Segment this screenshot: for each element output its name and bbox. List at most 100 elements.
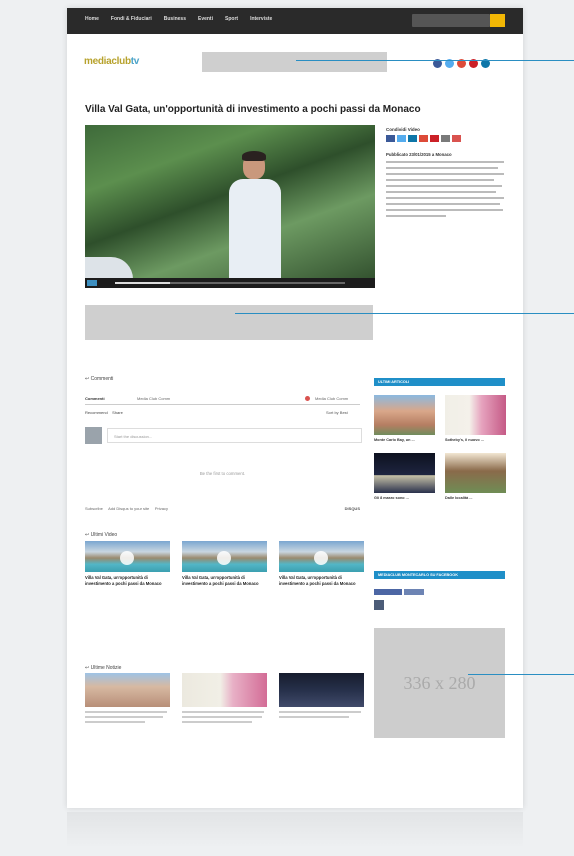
page-reflection bbox=[67, 812, 523, 848]
login-badge-icon bbox=[305, 396, 310, 401]
article-card[interactable]: Sotheby's, il nuovo ... bbox=[445, 395, 506, 443]
share-google-icon[interactable] bbox=[419, 135, 428, 142]
article-thumbnail[interactable] bbox=[374, 453, 435, 493]
callout-line-rectangle bbox=[468, 674, 574, 675]
search-input[interactable] bbox=[412, 14, 490, 27]
no-comments-message: Be the first to comment. bbox=[199, 471, 246, 476]
article-card-title[interactable]: Monte Carlo Bay, un ... bbox=[374, 438, 435, 443]
facebook-widget-header: MEDIACLUB MONTECARLO SU FACEBOOK bbox=[374, 571, 505, 579]
facebook-page-avatar[interactable] bbox=[374, 600, 384, 610]
latest-news-title: ↩ Ultime Notizie bbox=[85, 665, 122, 671]
avatar bbox=[85, 427, 102, 444]
news-thumbnail[interactable] bbox=[279, 673, 364, 707]
latest-articles-grid: Monte Carlo Bay, un ... Sotheby's, il nu… bbox=[374, 395, 506, 501]
callout-line-leaderboard bbox=[296, 60, 574, 61]
latest-videos-title-text: Ultimi Video bbox=[90, 532, 118, 538]
video-card[interactable]: Villa Val Gata, un'opportunità di invest… bbox=[85, 541, 170, 587]
recommend-button[interactable]: Recommend bbox=[85, 410, 108, 415]
latest-news-list bbox=[85, 673, 364, 723]
privacy-link[interactable]: Privacy bbox=[155, 506, 168, 511]
video-player[interactable] bbox=[85, 125, 375, 288]
video-side-info: Condividi Video Pubblicato 23/01/2015 a … bbox=[386, 127, 508, 221]
video-frame-person bbox=[229, 151, 281, 283]
nav-item-fondi[interactable]: Fondi & Fiduciari bbox=[111, 16, 152, 22]
facebook-like-button[interactable] bbox=[374, 589, 402, 595]
share-facebook-icon[interactable] bbox=[386, 135, 395, 142]
video-card-title[interactable]: Villa Val Gata, un'opportunità di invest… bbox=[182, 575, 267, 587]
site-logo[interactable]: mediaclubtv bbox=[84, 56, 139, 67]
article-thumbnail[interactable] bbox=[445, 453, 506, 493]
article-thumbnail[interactable] bbox=[445, 395, 506, 435]
comments-tabs: Commenti Media Club Comm Media Club Comm bbox=[85, 396, 355, 403]
article-card[interactable]: Gli 8 marzo sono ... bbox=[374, 453, 435, 501]
video-thumbnail[interactable] bbox=[182, 541, 267, 572]
top-navigation-bar: Home Fondi & Fiduciari Business Eventi S… bbox=[67, 8, 523, 34]
article-card[interactable]: Dalle località ... bbox=[445, 453, 506, 501]
rectangle-ad-placeholder: 336 x 280 bbox=[374, 628, 505, 738]
sort-dropdown[interactable]: Sort by Best bbox=[326, 410, 348, 415]
article-card-title[interactable]: Sotheby's, il nuovo ... bbox=[445, 438, 506, 443]
callout-line-mid-banner bbox=[235, 313, 574, 314]
nav-item-sport[interactable]: Sport bbox=[225, 16, 238, 22]
comments-section-title: ↩ Commenti bbox=[85, 376, 114, 382]
recommend-row: Recommend Share bbox=[85, 410, 123, 415]
article-thumbnail[interactable] bbox=[374, 395, 435, 435]
latest-videos-title: ↩ Ultimi Video bbox=[85, 532, 118, 538]
share-twitter-icon[interactable] bbox=[397, 135, 406, 142]
share-button[interactable]: Share bbox=[112, 410, 123, 415]
page-mockup: Home Fondi & Fiduciari Business Eventi S… bbox=[67, 8, 523, 808]
news-card[interactable] bbox=[182, 673, 267, 723]
tab-comments[interactable]: Commenti bbox=[85, 396, 105, 401]
nav-item-interviste[interactable]: Interviste bbox=[250, 16, 272, 22]
latest-news-title-text: Ultime Notizie bbox=[90, 665, 122, 671]
article-card-title[interactable]: Dalle località ... bbox=[445, 496, 506, 501]
ad-size-label: 336 x 280 bbox=[403, 672, 476, 693]
divider bbox=[85, 404, 360, 405]
play-button[interactable] bbox=[87, 280, 97, 286]
comments-footer: Subscribe Add Disqus to your site Privac… bbox=[85, 506, 360, 514]
logo-text: mediaclub bbox=[84, 56, 131, 67]
subscribe-link[interactable]: Subscribe bbox=[85, 506, 103, 511]
video-frame-car bbox=[85, 257, 133, 279]
mid-banner-ad-placeholder bbox=[85, 305, 373, 340]
main-nav: Home Fondi & Fiduciari Business Eventi S… bbox=[85, 16, 272, 22]
latest-videos-list: Villa Val Gata, un'opportunità di invest… bbox=[85, 541, 364, 587]
share-buttons bbox=[386, 135, 508, 142]
add-disqus-link[interactable]: Add Disqus to your site bbox=[108, 506, 149, 511]
news-thumbnail[interactable] bbox=[182, 673, 267, 707]
login-link[interactable]: Media Club Comm bbox=[315, 396, 348, 401]
share-pinterest-icon[interactable] bbox=[430, 135, 439, 142]
share-label: Condividi Video bbox=[386, 127, 420, 132]
search-button[interactable] bbox=[490, 14, 505, 27]
published-date: Pubblicato 23/01/2015 a Monaco bbox=[386, 152, 452, 157]
comment-input[interactable]: Start the discussion... bbox=[107, 428, 362, 443]
share-email-icon[interactable] bbox=[441, 135, 450, 142]
logo-accent: tv bbox=[130, 56, 140, 67]
facebook-like-buttons bbox=[374, 589, 424, 595]
video-progress-bar[interactable] bbox=[115, 282, 345, 284]
video-thumbnail[interactable] bbox=[279, 541, 364, 572]
video-thumbnail[interactable] bbox=[85, 541, 170, 572]
article-summary-text bbox=[386, 161, 508, 217]
video-card-title[interactable]: Villa Val Gata, un'opportunità di invest… bbox=[85, 575, 170, 587]
video-card[interactable]: Villa Val Gata, un'opportunità di invest… bbox=[182, 541, 267, 587]
news-card[interactable] bbox=[279, 673, 364, 723]
share-linkedin-icon[interactable] bbox=[408, 135, 417, 142]
leaderboard-ad-placeholder bbox=[202, 52, 387, 72]
facebook-share-button[interactable] bbox=[404, 589, 424, 595]
nav-item-home[interactable]: Home bbox=[85, 16, 99, 22]
share-more-icon[interactable] bbox=[452, 135, 461, 142]
nav-item-eventi[interactable]: Eventi bbox=[198, 16, 213, 22]
nav-item-business[interactable]: Business bbox=[164, 16, 186, 22]
video-card[interactable]: Villa Val Gata, un'opportunità di invest… bbox=[279, 541, 364, 587]
article-card-title[interactable]: Gli 8 marzo sono ... bbox=[374, 496, 435, 501]
news-thumbnail[interactable] bbox=[85, 673, 170, 707]
disqus-logo[interactable]: DISQUS bbox=[345, 506, 360, 511]
tab-community[interactable]: Media Club Comm bbox=[137, 396, 170, 401]
video-card-title[interactable]: Villa Val Gata, un'opportunità di invest… bbox=[279, 575, 364, 587]
article-card[interactable]: Monte Carlo Bay, un ... bbox=[374, 395, 435, 443]
latest-articles-header: ULTIMI ARTICOLI bbox=[374, 378, 505, 386]
article-title: Villa Val Gata, un'opportunità di invest… bbox=[85, 104, 421, 115]
comments-title-text: Commenti bbox=[90, 376, 114, 382]
news-card[interactable] bbox=[85, 673, 170, 723]
